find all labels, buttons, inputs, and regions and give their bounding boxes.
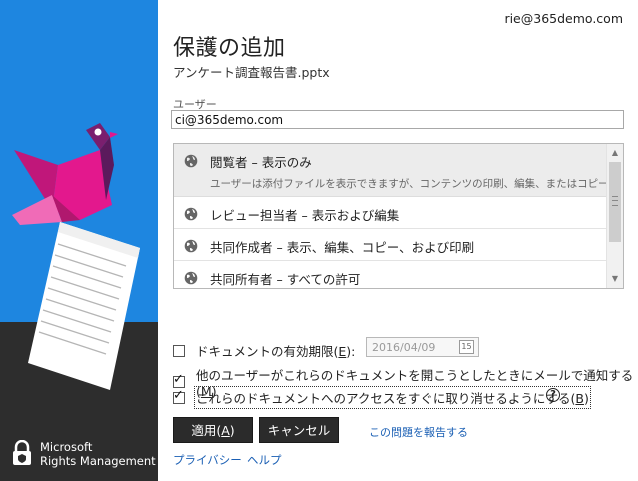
- permission-label: 共同所有者 – すべての許可: [210, 272, 361, 287]
- permission-item-reviewer[interactable]: レビュー担当者 – 表示および編集: [174, 197, 607, 229]
- scroll-up-icon[interactable]: ▲: [607, 145, 623, 161]
- brand-line-2: Rights Management: [40, 454, 156, 468]
- microsoft-rms-logo: Microsoft Rights Management: [12, 440, 156, 468]
- brand-line-1: Microsoft: [40, 440, 93, 454]
- globe-icon: [184, 271, 198, 285]
- privacy-link[interactable]: プライバシー: [173, 452, 242, 468]
- notify-checkbox[interactable]: [173, 372, 185, 388]
- dialog-title: 保護の追加: [173, 36, 286, 61]
- apply-button[interactable]: 適用(A): [173, 417, 253, 443]
- expiry-date-picker[interactable]: 2016/04/09 15: [366, 337, 479, 357]
- permission-label: 共同作成者 – 表示、編集、コピー、および印刷: [210, 240, 475, 255]
- help-link[interactable]: ヘルプ: [247, 452, 282, 468]
- rms-lock-icon: [13, 440, 31, 465]
- permission-item-coowner[interactable]: 共同所有者 – すべての許可: [174, 261, 607, 288]
- bird-document-illustration: [12, 123, 140, 390]
- permission-list[interactable]: 閲覧者 – 表示のみ ユーザーは添付ファイルを表示できますが、コンテンツの印刷、…: [173, 143, 624, 289]
- cancel-button[interactable]: キャンセル(C): [259, 417, 339, 464]
- revoke-checkbox[interactable]: [173, 388, 185, 404]
- expiry-label: ドキュメントの有効期限(E):: [196, 344, 356, 359]
- calendar-icon[interactable]: 15: [459, 340, 474, 354]
- help-icon[interactable]: ?: [546, 388, 560, 402]
- expiry-date-value: 2016/04/09: [372, 341, 436, 354]
- scroll-down-icon[interactable]: ▼: [607, 271, 623, 287]
- permission-item-coauthor[interactable]: 共同作成者 – 表示、編集、コピー、および印刷: [174, 229, 607, 261]
- document-filename: アンケート調査報告書.pptx: [173, 65, 330, 80]
- user-input[interactable]: [171, 110, 624, 129]
- globe-icon: [184, 207, 198, 221]
- scroll-thumb[interactable]: [609, 162, 621, 242]
- revoke-label: これらのドキュメントへのアクセスをすぐに取り消せるようにする(B): [194, 386, 591, 409]
- report-issue-link[interactable]: この問題を報告する: [369, 424, 468, 440]
- account-email: rie@365demo.com: [504, 11, 623, 26]
- revoke-option[interactable]: これらのドキュメントへのアクセスをすぐに取り消せるようにする(B): [173, 386, 591, 409]
- permission-item-viewer[interactable]: 閲覧者 – 表示のみ ユーザーは添付ファイルを表示できますが、コンテンツの印刷、…: [174, 144, 624, 197]
- permission-description: ユーザーは添付ファイルを表示できますが、コンテンツの印刷、編集、またはコピーはで…: [210, 178, 624, 190]
- globe-icon: [184, 154, 198, 168]
- expiry-option[interactable]: ドキュメントの有効期限(E):: [173, 341, 355, 360]
- permission-label: 閲覧者 – 表示のみ: [210, 155, 312, 170]
- expiry-checkbox[interactable]: [173, 344, 185, 357]
- globe-icon: [184, 239, 198, 253]
- permission-label: レビュー担当者 – 表示および編集: [210, 208, 400, 223]
- permission-scrollbar[interactable]: ▲ ▼: [606, 144, 623, 288]
- branding-panel: Microsoft Rights Management: [0, 0, 158, 481]
